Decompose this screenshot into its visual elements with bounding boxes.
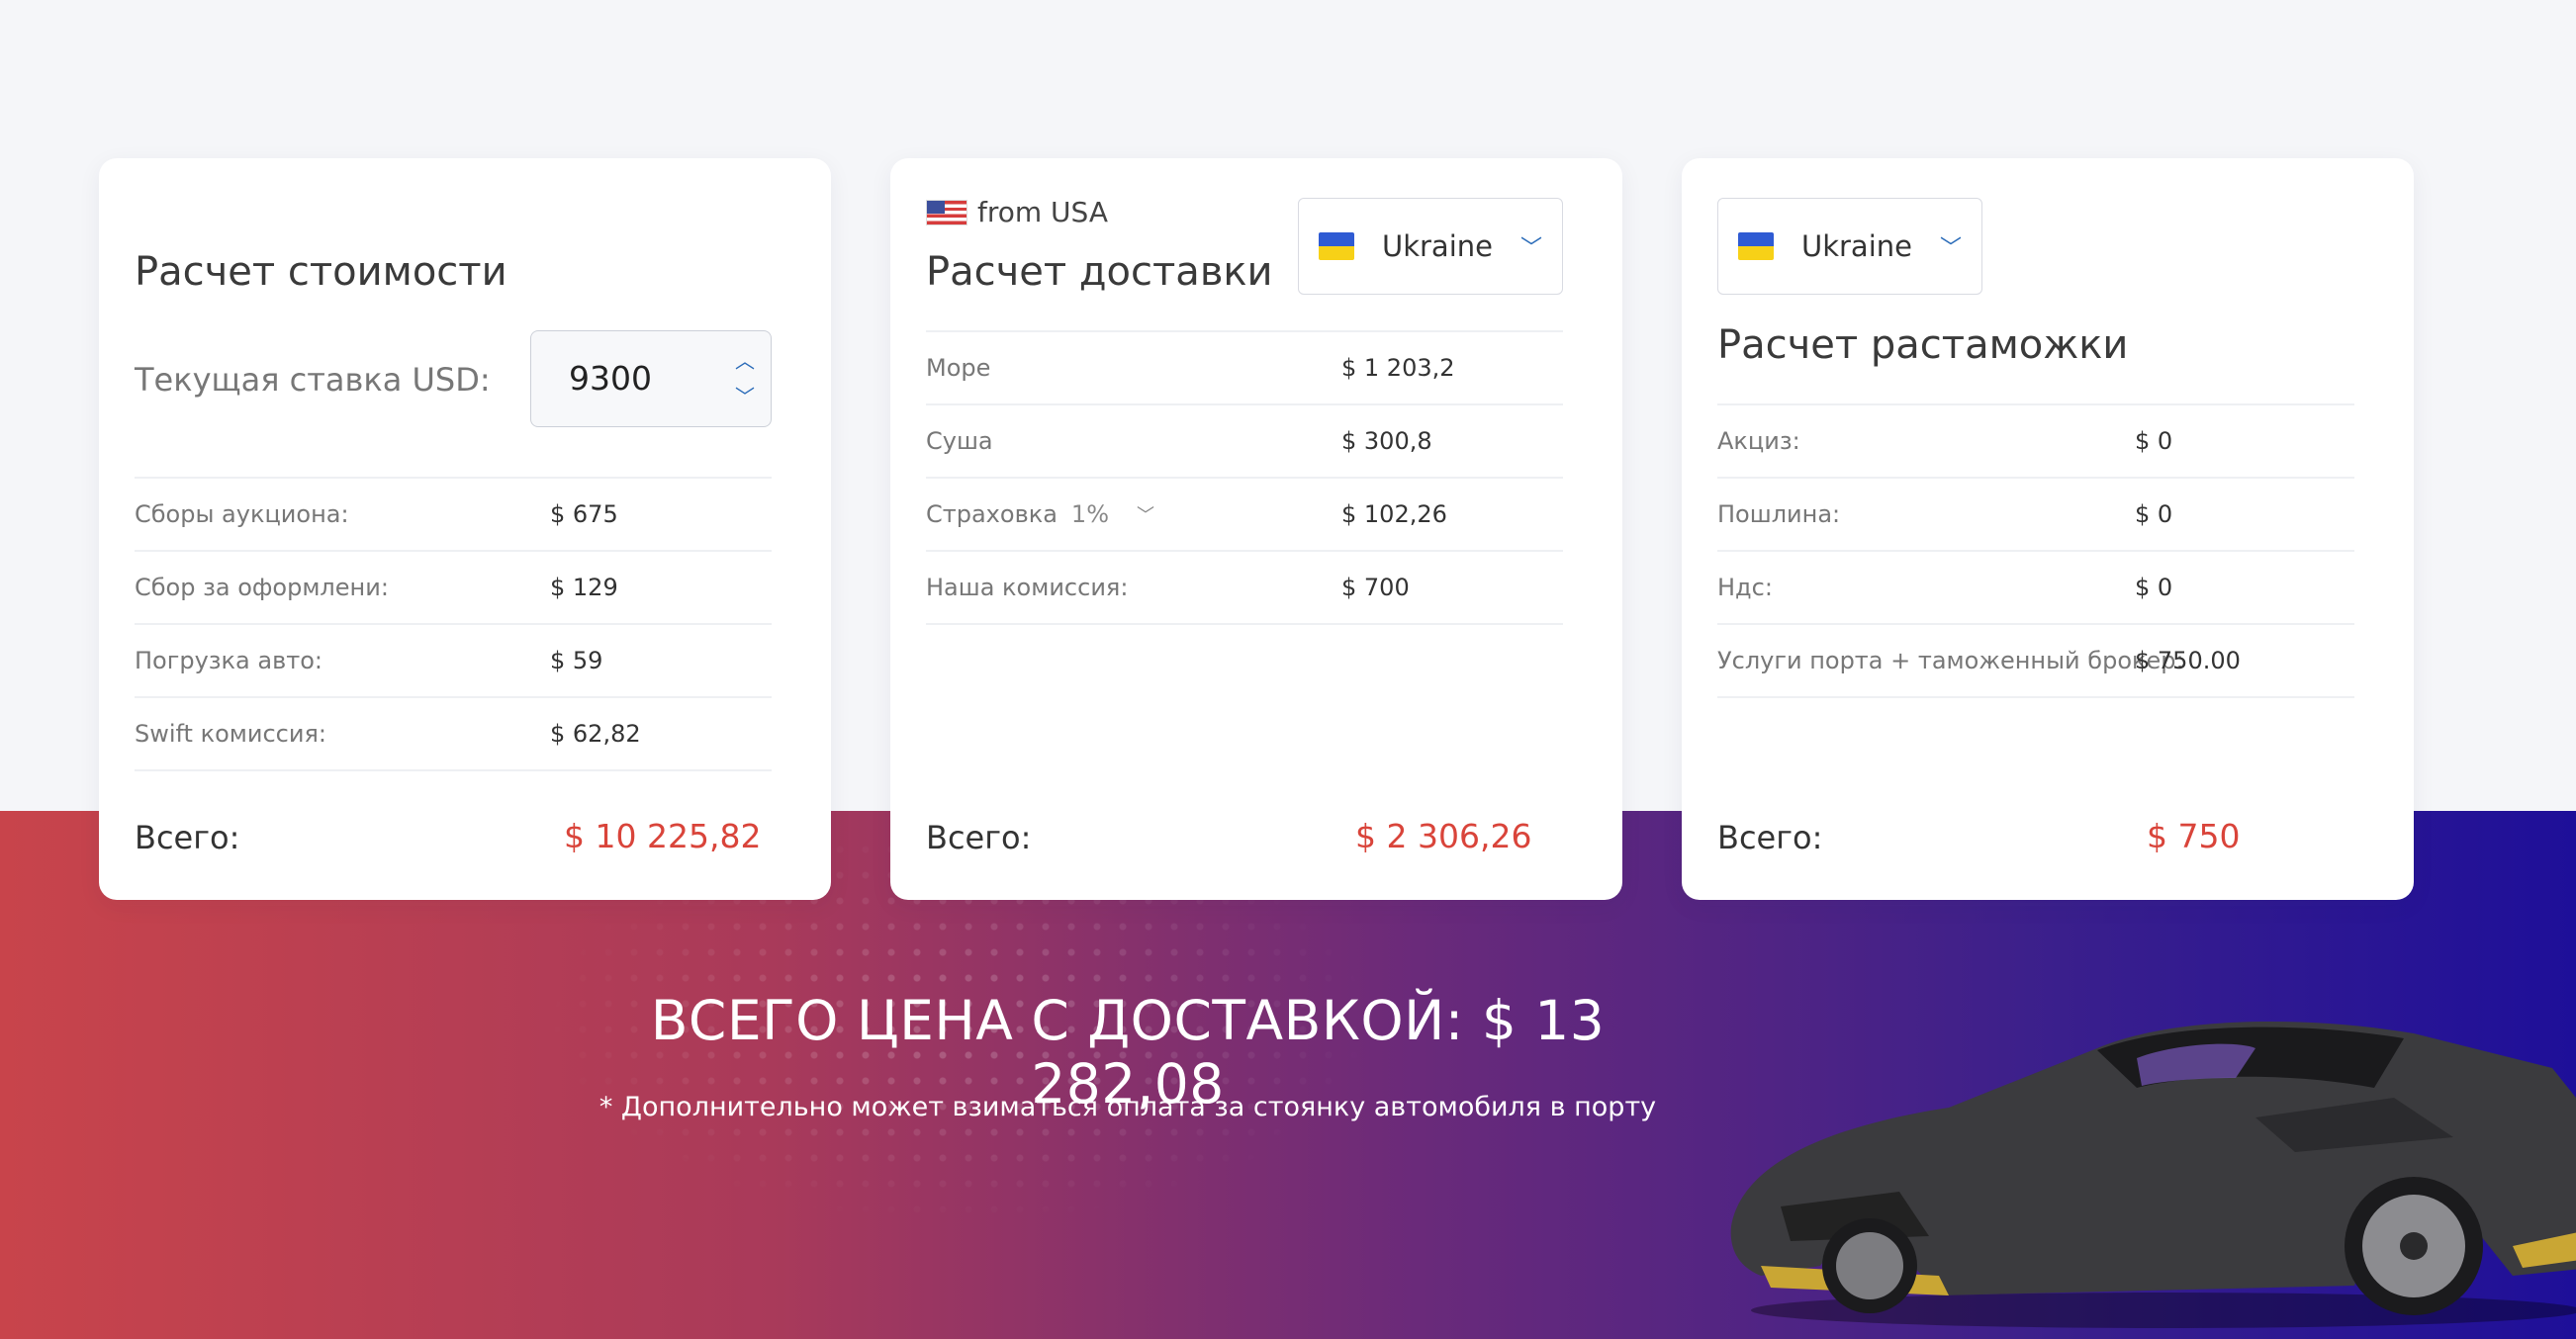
delivery-country-select[interactable]: Ukraine ﹀ [1298, 198, 1563, 295]
delivery-country-value: Ukraine [1381, 229, 1493, 263]
cost-total-label: Всего: [135, 819, 240, 856]
customs-total-label: Всего: [1717, 819, 1823, 856]
row-label: Страховка [926, 500, 1058, 528]
row-value: $ 0 [2135, 500, 2173, 528]
row-value: $ 1 203,2 [1341, 354, 1455, 382]
ukraine-flag-icon [1319, 232, 1354, 260]
row-value: $ 700 [1341, 574, 1410, 601]
row-label: Погрузка авто: [135, 647, 322, 674]
delivery-rows: Море $ 1 203,2 Суша $ 300,8 Страховка 1%… [926, 330, 1563, 625]
customs-country-value: Ukraine [1800, 229, 1912, 263]
delivery-card: from USA Расчет доставки Ukraine ﹀ Море … [890, 158, 1622, 900]
chevron-down-icon: ﹀ [1939, 236, 1962, 261]
cost-total-value: $ 10 225,82 [564, 817, 762, 855]
from-origin: from USA [926, 196, 1108, 228]
customs-total-value: $ 750 [2147, 817, 2241, 855]
cost-row: Swift комиссия: $ 62,82 [135, 696, 772, 771]
row-value: $ 59 [550, 647, 603, 674]
customs-row: Акциз: $ 0 [1717, 403, 2354, 477]
row-value: $ 129 [550, 574, 618, 601]
parking-note: * Дополнительно может взиматься оплата з… [598, 1092, 1657, 1122]
cost-card-title: Расчет стоимости [135, 249, 507, 295]
delivery-row: Наша комиссия: $ 700 [926, 550, 1563, 625]
chevron-down-icon[interactable]: ﹀ [1137, 501, 1154, 527]
cost-rows: Сборы аукциона: $ 675 Сбор за оформлени:… [135, 477, 772, 771]
customs-row: Услуги порта + таможенный брокер: $ 750.… [1717, 623, 2354, 698]
increment-icon[interactable]: ︿ [735, 351, 755, 371]
cost-card: Расчет стоимости Текущая ставка USD: 930… [99, 158, 831, 900]
customs-card: Ukraine ﹀ Расчет растаможки Акциз: $ 0 П… [1682, 158, 2414, 900]
insurance-group: Страховка 1% ﹀ [926, 500, 1341, 528]
row-value: $ 675 [550, 500, 618, 528]
customs-row: Ндс: $ 0 [1717, 550, 2354, 623]
row-label: Ндс: [1717, 574, 1773, 601]
cost-row: Сбор за оформлени: $ 129 [135, 550, 772, 623]
insurance-percent-select[interactable]: 1% [1071, 500, 1109, 528]
cost-row: Сборы аукциона: $ 675 [135, 477, 772, 550]
row-value: $ 62,82 [550, 720, 641, 748]
row-label: Наша комиссия: [926, 574, 1129, 601]
customs-country-select[interactable]: Ukraine ﹀ [1717, 198, 1982, 295]
row-value: $ 0 [2135, 574, 2173, 601]
delivery-row: Море $ 1 203,2 [926, 330, 1563, 403]
row-value: $ 300,8 [1341, 427, 1432, 455]
delivery-row: Суша $ 300,8 [926, 403, 1563, 477]
row-label: Акциз: [1717, 427, 1800, 455]
from-label: from USA [977, 196, 1109, 228]
ukraine-flag-icon [1738, 232, 1774, 260]
chevron-down-icon: ﹀ [1519, 236, 1542, 261]
delivery-card-title: Расчет доставки [926, 249, 1273, 295]
row-label: Swift комиссия: [135, 720, 326, 748]
customs-card-title: Расчет растаможки [1717, 322, 2129, 368]
decrement-icon[interactable]: ﹀ [735, 387, 755, 406]
row-label: Сбор за оформлени: [135, 574, 389, 601]
delivery-row-insurance: Страховка 1% ﹀ $ 102,26 [926, 477, 1563, 550]
us-flag-icon [926, 199, 967, 225]
row-value: $ 102,26 [1341, 500, 1447, 528]
row-value: $ 0 [2135, 427, 2173, 455]
customs-rows: Акциз: $ 0 Пошлина: $ 0 Ндс: $ 0 Услуги … [1717, 403, 2354, 698]
sports-car-image [1730, 1022, 2576, 1328]
cost-row: Погрузка авто: $ 59 [135, 623, 772, 696]
usd-rate-input[interactable]: 9300 ︿ ﹀ [530, 330, 772, 427]
usd-rate-value: 9300 [569, 359, 652, 398]
row-label: Море [926, 354, 991, 382]
delivery-total-value: $ 2 306,26 [1355, 817, 1532, 855]
row-label: Сборы аукциона: [135, 500, 349, 528]
usd-rate-label: Текущая ставка USD: [135, 361, 491, 399]
row-label: Пошлина: [1717, 500, 1841, 528]
row-value: $ 750.00 [2135, 647, 2241, 674]
customs-row: Пошлина: $ 0 [1717, 477, 2354, 550]
row-label: Услуги порта + таможенный брокер: [1717, 647, 2184, 674]
delivery-total-label: Всего: [926, 819, 1032, 856]
row-label: Суша [926, 427, 993, 455]
